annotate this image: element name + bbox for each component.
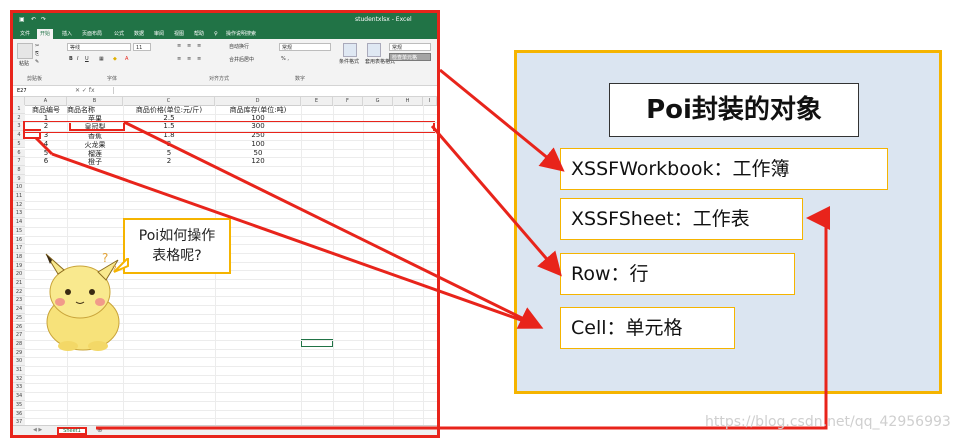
arrow-row <box>430 125 562 277</box>
arrow-cell <box>123 120 544 329</box>
watermark: https://blog.csdn.net/qq_42956993 <box>705 414 951 430</box>
arrow-workbook <box>439 68 565 172</box>
arrow-row-number <box>34 136 54 156</box>
connector-arrows <box>34 68 830 430</box>
arrow-row-number-long <box>51 152 539 328</box>
arrow-sheet <box>96 206 830 430</box>
